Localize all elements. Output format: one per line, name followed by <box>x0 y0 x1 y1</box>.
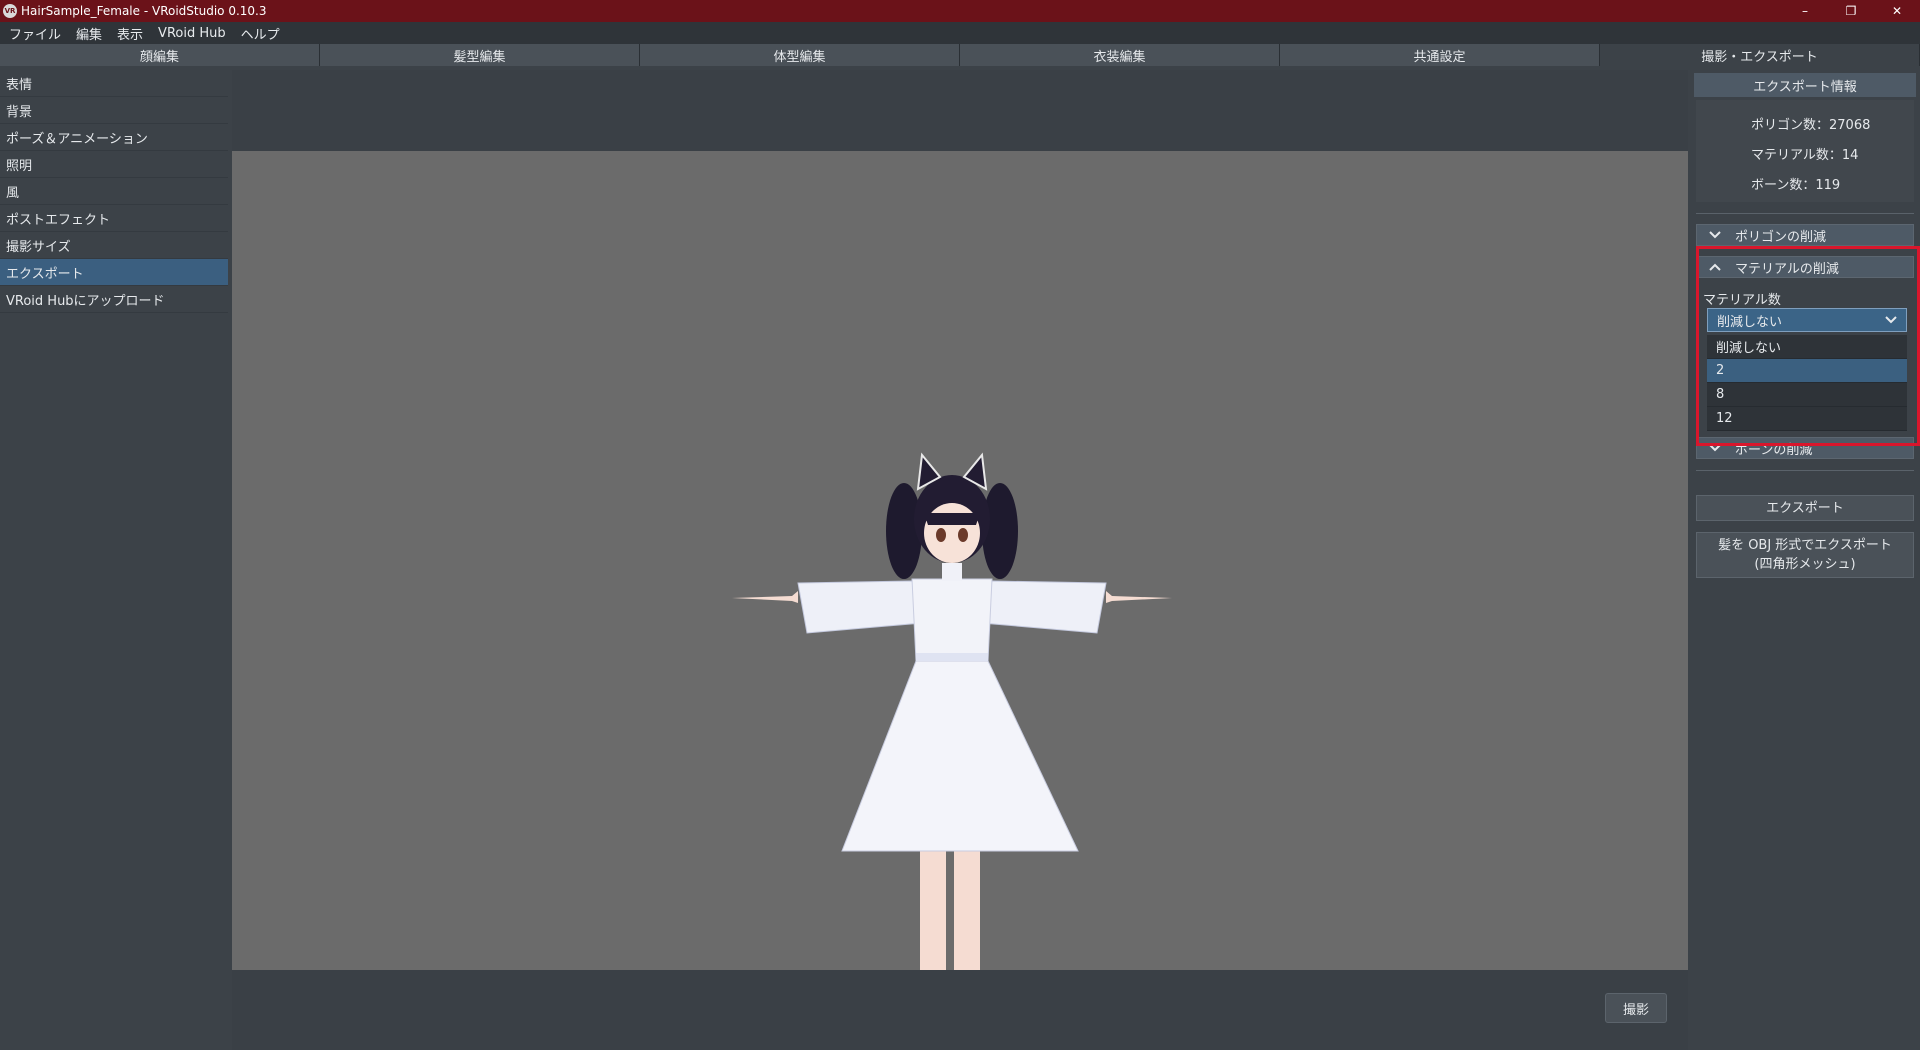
menu-help[interactable]: ヘルプ <box>241 24 280 43</box>
collar <box>942 563 962 581</box>
nav-shoot-size[interactable]: 撮影サイズ <box>0 232 228 259</box>
app-icon: VR <box>3 4 17 18</box>
export-info-box: ポリゴン数：27068 マテリアル数：14 ボーン数：119 <box>1696 100 1914 202</box>
highlight-box <box>1696 246 1920 446</box>
right-hand <box>1106 591 1172 603</box>
divider <box>1696 213 1914 214</box>
left-leg <box>920 837 946 970</box>
menu-file[interactable]: ファイル <box>9 24 61 43</box>
section-label: ポリゴンの削減 <box>1735 229 1827 245</box>
title-bar: VR HairSample_Female - VRoidStudio 0.10.… <box>0 0 1920 22</box>
tab-common[interactable]: 共通設定 <box>1280 44 1600 66</box>
minimize-button[interactable]: – <box>1782 0 1828 22</box>
polygon-count: ポリゴン数：27068 <box>1751 118 1871 133</box>
waist-ribbon <box>916 653 988 661</box>
left-hand <box>732 591 798 603</box>
nav-expression[interactable]: 表情 <box>0 70 228 97</box>
skirt <box>841 660 1079 852</box>
left-sleeve <box>797 580 923 634</box>
left-eye <box>936 528 946 542</box>
nav-export[interactable]: エクスポート <box>0 259 228 286</box>
3d-viewport[interactable] <box>232 151 1688 970</box>
shoot-button[interactable]: 撮影 <box>1605 993 1667 1023</box>
viewport-top-bar <box>232 70 1688 151</box>
nav-wind[interactable]: 風 <box>0 178 228 205</box>
obj-export-button[interactable]: 髪を OBJ 形式でエクスポート (四角形メッシュ) <box>1696 532 1914 578</box>
nav-pose-animation[interactable]: ポーズ＆アニメーション <box>0 124 228 151</box>
chevron-down-icon <box>1709 228 1727 242</box>
menu-view[interactable]: 表示 <box>117 24 143 43</box>
right-eye <box>958 528 968 542</box>
viewport-bottom-bar <box>232 970 1688 1050</box>
menu-bar: ファイル 編集 表示 VRoid Hub ヘルプ <box>0 22 1920 44</box>
tab-body[interactable]: 体型編集 <box>640 44 960 66</box>
tab-photo-export[interactable]: 撮影・エクスポート <box>1600 44 1920 66</box>
face <box>924 503 980 563</box>
export-button[interactable]: エクスポート <box>1696 495 1914 521</box>
bone-count: ボーン数：119 <box>1751 178 1841 193</box>
nav-post-effect[interactable]: ポストエフェクト <box>0 205 228 232</box>
tab-face[interactable]: 顔編集 <box>0 44 320 66</box>
nav-lighting[interactable]: 照明 <box>0 151 228 178</box>
menu-edit[interactable]: 編集 <box>76 24 102 43</box>
menu-vroid-hub[interactable]: VRoid Hub <box>158 26 226 41</box>
material-count: マテリアル数：14 <box>1751 148 1859 163</box>
close-button[interactable]: ✕ <box>1874 0 1920 22</box>
window-title: HairSample_Female - VRoidStudio 0.10.3 <box>21 4 267 18</box>
right-leg <box>954 837 980 970</box>
mode-tabs: 顔編集 髪型編集 体型編集 衣装編集 共通設定 撮影・エクスポート <box>0 44 1920 66</box>
right-sleeve <box>981 580 1107 634</box>
export-panel: エクスポート情報 ポリゴン数：27068 マテリアル数：14 ボーン数：119 … <box>1692 70 1920 1050</box>
bangs <box>924 513 980 525</box>
tab-hair[interactable]: 髪型編集 <box>320 44 640 66</box>
tab-outfit[interactable]: 衣装編集 <box>960 44 1280 66</box>
restore-button[interactable]: ❐ <box>1828 0 1874 22</box>
nav-background[interactable]: 背景 <box>0 97 228 124</box>
section-polygon-reduction[interactable]: ポリゴンの削減 <box>1696 224 1914 246</box>
divider <box>1696 470 1914 471</box>
torso <box>911 578 993 662</box>
obj-export-sublabel: (四角形メッシュ) <box>1754 557 1856 572</box>
character-model <box>732 452 1172 970</box>
window-controls: – ❐ ✕ <box>1782 0 1920 22</box>
nav-upload-vroid-hub[interactable]: VRoid Hubにアップロード <box>0 286 228 313</box>
export-info-header: エクスポート情報 <box>1694 73 1916 97</box>
left-nav: 表情 背景 ポーズ＆アニメーション 照明 風 ポストエフェクト 撮影サイズ エク… <box>0 70 228 1050</box>
obj-export-label: 髪を OBJ 形式でエクスポート <box>1718 538 1892 553</box>
